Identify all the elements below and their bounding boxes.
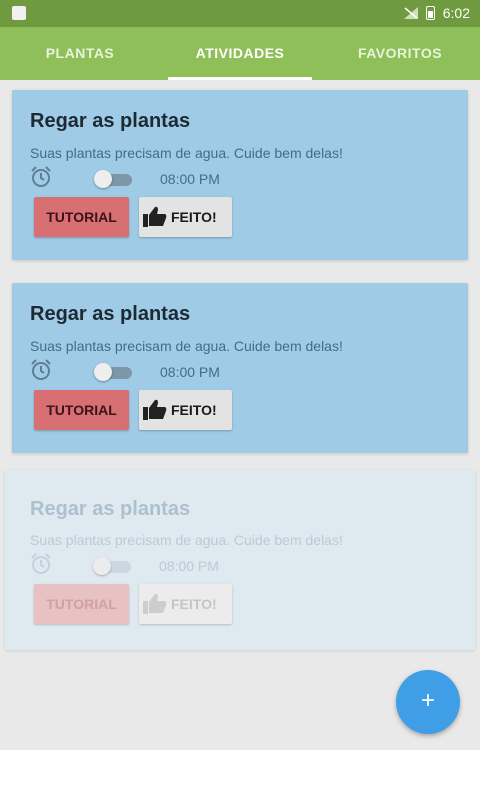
alarm-time: 08:00 PM xyxy=(159,558,219,574)
status-icons: 6:02 xyxy=(403,5,470,21)
done-label: FEITO! xyxy=(171,209,217,225)
tab-bar: PLANTAS ATIVIDADES FAVORITOS xyxy=(0,27,480,80)
card-description: Suas plantas precisam de agua. Cuide bem… xyxy=(30,338,343,354)
alarm-toggle[interactable] xyxy=(94,170,134,188)
status-bar: 6:02 xyxy=(0,0,480,27)
battery-icon xyxy=(425,6,435,20)
status-time: 6:02 xyxy=(442,5,470,21)
notification-icon xyxy=(12,6,26,20)
done-label: FEITO! xyxy=(171,596,217,612)
tab-favoritos[interactable]: FAVORITOS xyxy=(320,27,480,80)
activity-card: Regar as plantas Suas plantas precisam d… xyxy=(12,90,468,260)
tab-atividades[interactable]: ATIVIDADES xyxy=(160,27,320,80)
alarm-icon xyxy=(31,166,51,187)
alarm-toggle[interactable] xyxy=(93,557,133,575)
card-title: Regar as plantas xyxy=(30,498,191,520)
tutorial-button[interactable]: TUTORIAL xyxy=(34,197,129,237)
alarm-icon xyxy=(31,359,51,380)
card-description: Suas plantas precisam de agua. Cuide bem… xyxy=(30,532,343,548)
activities-list: Regar as plantas Suas plantas precisam d… xyxy=(0,80,480,750)
activity-card: Regar as plantas Suas plantas precisam d… xyxy=(5,470,475,650)
done-button[interactable]: FEITO! xyxy=(139,390,232,430)
activity-card: Regar as plantas Suas plantas precisam d… xyxy=(12,283,468,453)
card-description: Suas plantas precisam de agua. Cuide bem… xyxy=(30,145,343,161)
done-button[interactable]: FEITO! xyxy=(139,197,232,237)
tutorial-button[interactable]: TUTORIAL xyxy=(34,584,129,624)
alarm-toggle[interactable] xyxy=(94,363,134,381)
alarm-icon xyxy=(31,553,51,574)
done-label: FEITO! xyxy=(171,402,217,418)
tab-plantas[interactable]: PLANTAS xyxy=(0,27,160,80)
thumbs-up-icon xyxy=(143,399,167,420)
alarm-time: 08:00 PM xyxy=(160,364,220,380)
done-button[interactable]: FEITO! xyxy=(139,584,232,624)
card-title: Regar as plantas xyxy=(30,303,191,325)
alarm-time: 08:00 PM xyxy=(160,171,220,187)
thumbs-up-icon xyxy=(143,206,167,227)
card-title: Regar as plantas xyxy=(30,110,191,132)
tutorial-button[interactable]: TUTORIAL xyxy=(34,390,129,430)
no-signal-icon xyxy=(403,7,418,19)
add-activity-button[interactable]: + xyxy=(396,670,460,734)
thumbs-up-icon xyxy=(143,593,167,614)
